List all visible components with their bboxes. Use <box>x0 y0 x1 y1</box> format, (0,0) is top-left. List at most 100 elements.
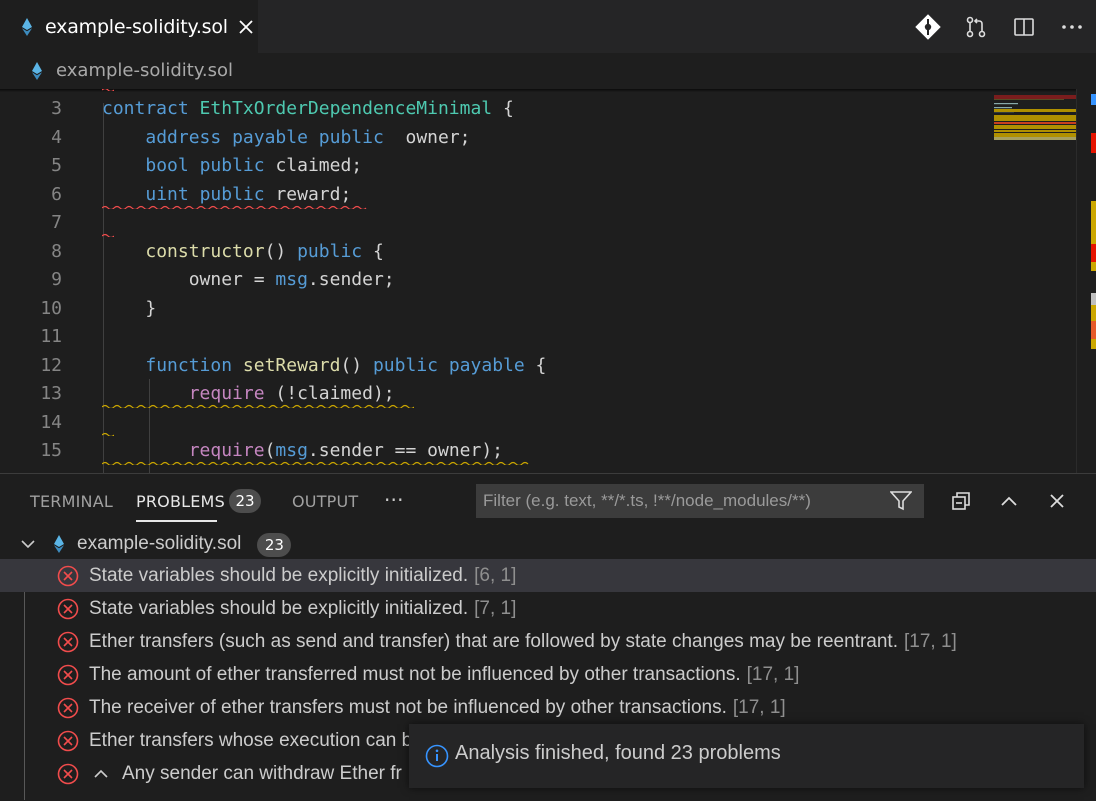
editor-scrollbar[interactable] <box>1076 89 1096 473</box>
notification-message: Analysis finished, found 23 problems <box>455 742 781 764</box>
error-icon <box>57 565 79 587</box>
tab-terminal[interactable]: TERMINAL <box>30 492 113 511</box>
problem-text: The receiver of ether transfers must not… <box>89 697 727 718</box>
code-text: } <box>102 297 157 319</box>
chevron-up-icon[interactable] <box>93 757 109 801</box>
code-line[interactable]: 10 } <box>0 295 990 323</box>
pull-request-icon[interactable] <box>952 0 1000 53</box>
line-number: 9 <box>51 269 62 290</box>
line-number: 14 <box>40 411 62 433</box>
scroll-shadow <box>0 89 1076 92</box>
editor-tab-title: example-solidity.sol <box>45 15 228 38</box>
split-editor-icon[interactable] <box>1000 0 1048 53</box>
overview-mark <box>1091 94 1096 105</box>
more-actions-icon[interactable] <box>1048 0 1096 53</box>
close-panel-icon[interactable] <box>1044 488 1070 514</box>
maximize-panel-icon[interactable] <box>996 488 1022 514</box>
overview-mark <box>1091 244 1096 262</box>
code-line[interactable]: 6 uint public reward; <box>0 181 990 209</box>
problem-message: Any sender can withdraw Ether fr <box>122 757 408 790</box>
error-icon <box>57 697 79 719</box>
code-text: require(msg.sender == owner); <box>188 440 504 461</box>
line-number: 15 <box>40 440 62 461</box>
line-number: 13 <box>40 383 62 404</box>
editor-tab[interactable]: example-solidity.sol <box>0 0 258 53</box>
problem-message: Ether transfers (such as send and transf… <box>89 625 957 658</box>
code-line[interactable]: 14 <box>0 409 990 437</box>
overview-mark <box>1091 293 1096 305</box>
editor-tab-bar: example-solidity.sol <box>0 0 1096 53</box>
git-commit-icon[interactable] <box>904 0 952 53</box>
line-number: 11 <box>40 326 62 347</box>
code-line[interactable]: 4 address payable public owner; <box>0 124 990 152</box>
notification-toast[interactable]: Analysis finished, found 23 problems <box>409 724 1084 788</box>
code-text: function setReward() public payable { <box>145 354 547 376</box>
panel-more-button[interactable]: ··· <box>384 488 404 512</box>
code-text: contract EthTxOrderDependenceMinimal { <box>102 98 514 119</box>
problem-message: The receiver of ether transfers must not… <box>89 691 786 724</box>
ethereum-icon <box>22 17 32 36</box>
code-text: uint public reward; <box>145 183 352 205</box>
breadcrumb-file[interactable]: example-solidity.sol <box>56 60 233 81</box>
line-number: 12 <box>40 354 62 376</box>
problem-row[interactable]: Ether transfers (such as send and transf… <box>0 625 1096 658</box>
problems-file-name: example-solidity.sol <box>77 533 242 554</box>
active-tab-indicator <box>136 520 217 522</box>
line-number: 10 <box>40 297 62 319</box>
filter-icon[interactable] <box>888 488 914 514</box>
ethereum-icon <box>32 61 42 80</box>
problem-location: [6, 1] <box>474 565 517 586</box>
code-line[interactable]: 8 constructor() public { <box>0 238 990 266</box>
line-number: 6 <box>51 183 62 205</box>
code-line[interactable]: 12 function setReward() public payable { <box>0 352 990 380</box>
minimap[interactable] <box>992 89 1076 473</box>
line-number: 7 <box>51 212 62 233</box>
problem-text: Any sender can withdraw Ether fr <box>122 763 402 784</box>
problem-row[interactable]: The receiver of ether transfers must not… <box>0 691 1096 724</box>
problem-location: [17, 1] <box>746 664 800 685</box>
ethereum-icon <box>54 535 64 553</box>
error-icon <box>57 763 79 785</box>
problem-message: State variables should be explicitly ini… <box>89 592 516 625</box>
collapse-all-icon[interactable] <box>948 488 974 514</box>
code-line[interactable]: 9 owner = msg.sender; <box>0 266 990 294</box>
error-icon <box>57 730 79 752</box>
code-line[interactable]: 5 bool public claimed; <box>0 152 990 180</box>
problems-file-group[interactable]: example-solidity.sol 23 <box>0 528 1096 560</box>
breadcrumb: example-solidity.sol <box>0 53 1096 88</box>
problem-row[interactable]: State variables should be explicitly ini… <box>0 559 1096 592</box>
code-line[interactable]: 3 contract EthTxOrderDependenceMinimal { <box>0 95 990 123</box>
problem-message: State variables should be explicitly ini… <box>89 559 516 592</box>
line-number: 5 <box>51 155 62 176</box>
error-squiggle <box>102 89 114 91</box>
code-line[interactable]: 15 require(msg.sender == owner); <box>0 437 990 465</box>
problem-text: State variables should be explicitly ini… <box>89 565 469 586</box>
file-problems-badge: 23 <box>257 533 292 557</box>
error-icon <box>57 664 79 686</box>
problems-filter-input[interactable] <box>476 484 924 518</box>
problem-row[interactable]: The amount of ether transferred must not… <box>0 658 1096 691</box>
problem-location: [7, 1] <box>474 598 517 619</box>
problems-count-badge: 23 <box>229 489 261 513</box>
code-text: require (!claimed); <box>188 383 395 404</box>
problem-message: The amount of ether transferred must not… <box>89 658 799 691</box>
code-text: bool public claimed; <box>145 155 363 176</box>
code-line[interactable]: 13 require (!claimed); <box>0 380 990 408</box>
code-text: constructor() public { <box>145 240 384 262</box>
line-number: 8 <box>51 240 62 262</box>
code-editor[interactable]: 3 contract EthTxOrderDependenceMinimal {4… <box>0 89 1076 473</box>
problem-row[interactable]: State variables should be explicitly ini… <box>0 592 1096 625</box>
code-text: address payable public owner; <box>145 126 471 148</box>
code-line[interactable]: 11 <box>0 323 990 351</box>
problem-text: The amount of ether transferred must not… <box>89 664 741 685</box>
code-line[interactable]: 7 <box>0 209 990 237</box>
close-icon[interactable] <box>238 19 254 35</box>
chevron-down-icon[interactable] <box>20 536 36 552</box>
tab-output[interactable]: OUTPUT <box>292 492 358 511</box>
problem-text: Ether transfers whose execution can b <box>89 730 413 751</box>
tab-problems[interactable]: PROBLEMS <box>136 492 225 511</box>
problem-text: State variables should be explicitly ini… <box>89 598 469 619</box>
code-text: owner = msg.sender; <box>188 269 395 290</box>
problem-message: Ether transfers whose execution can b <box>89 724 418 757</box>
overview-mark <box>1091 133 1096 153</box>
